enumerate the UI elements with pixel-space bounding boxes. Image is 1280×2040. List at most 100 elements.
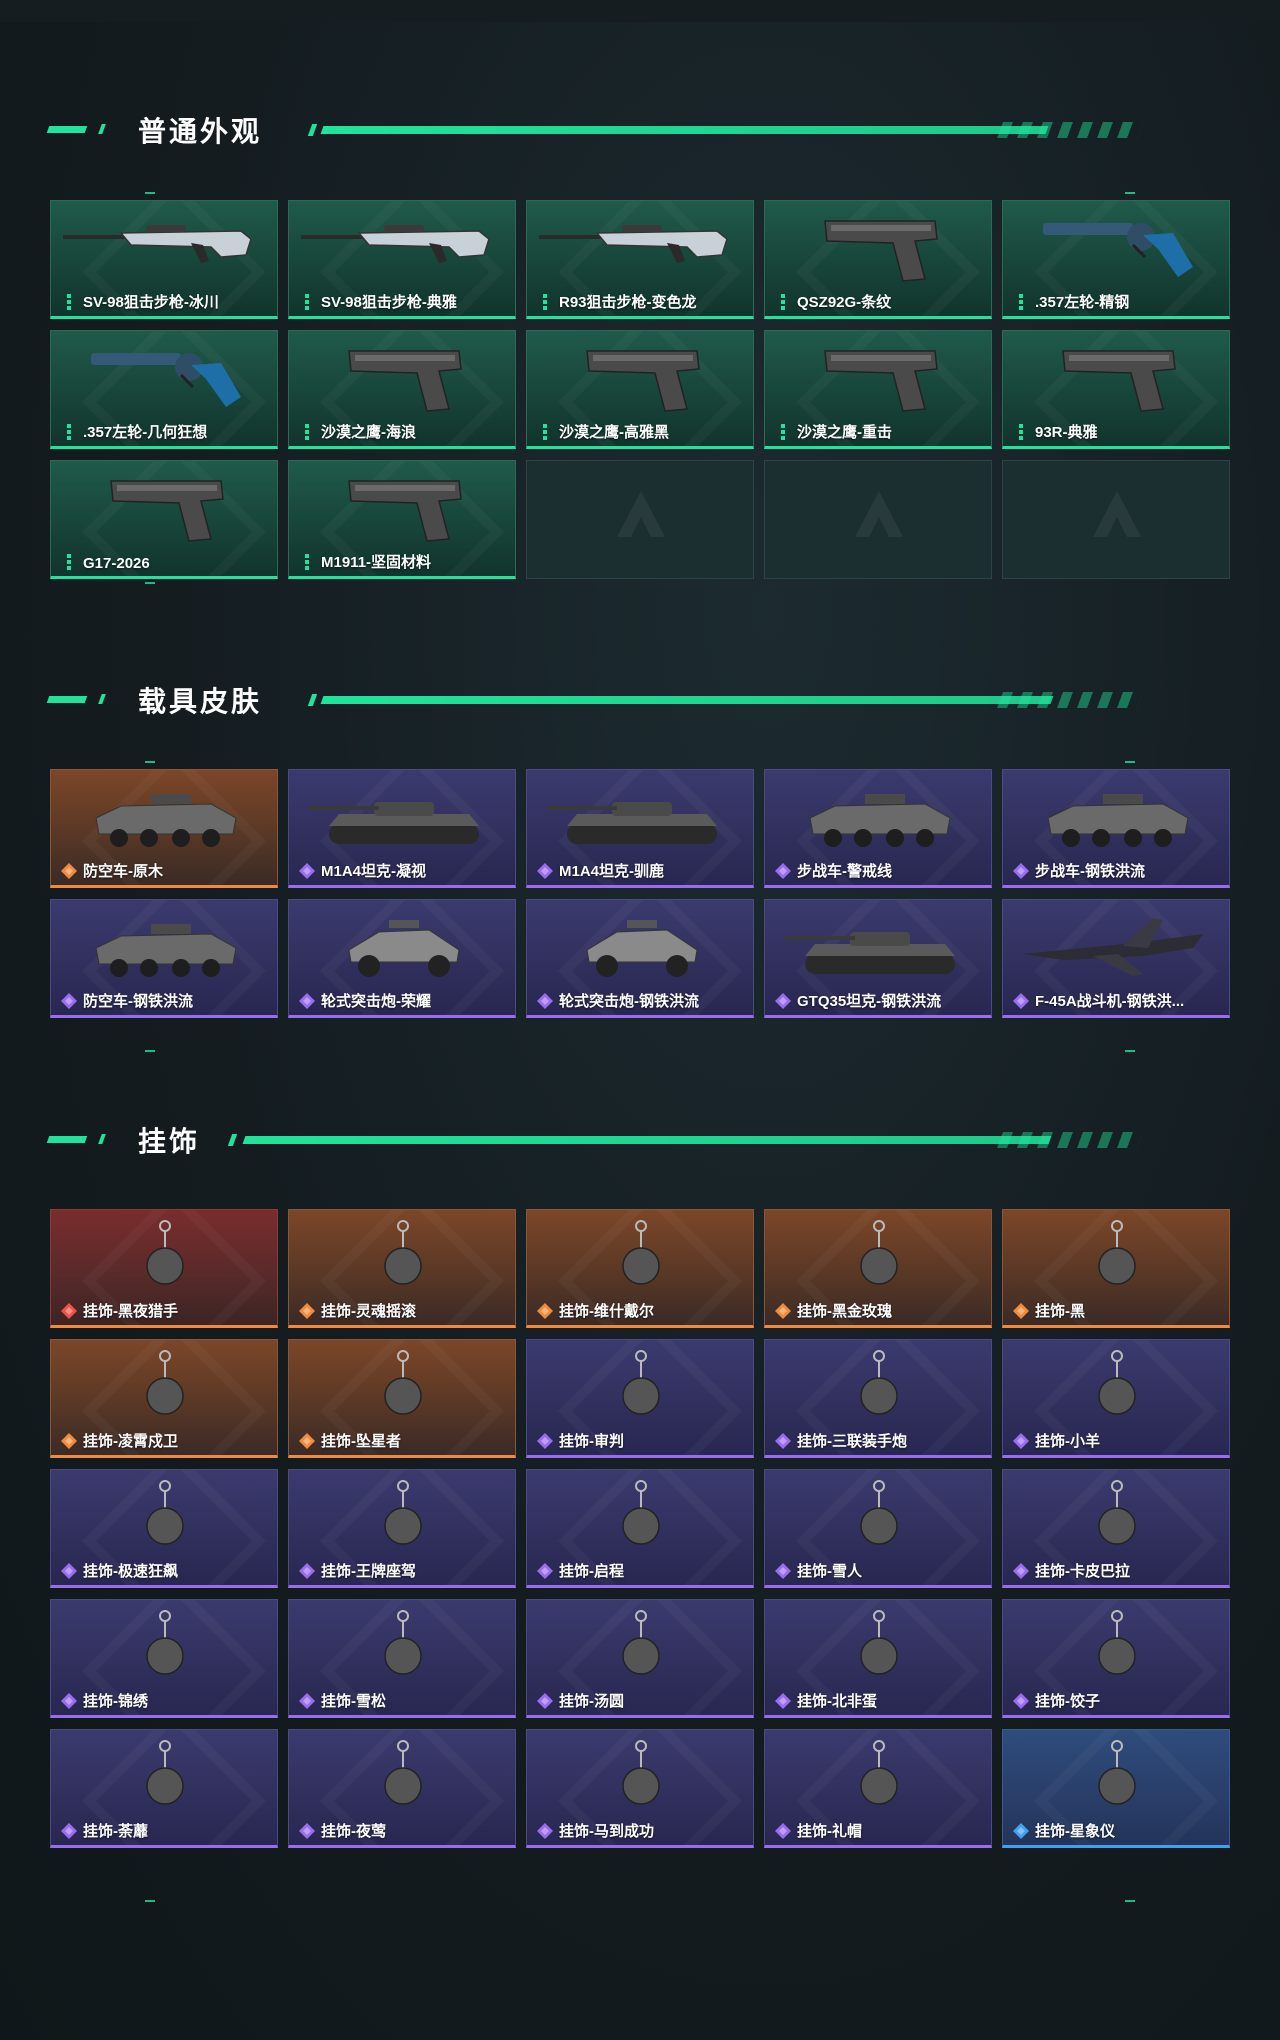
charm-card[interactable]: 挂饰-礼帽 xyxy=(764,1729,992,1848)
weapon-card[interactable]: QSZ92G-条纹 xyxy=(764,200,992,319)
charm-card[interactable]: 挂饰-坠星者 xyxy=(288,1339,516,1458)
sniper-rifle-image xyxy=(301,225,490,263)
header-slash xyxy=(307,694,318,706)
card-label: SV-98狙击步枪-典雅 xyxy=(321,294,457,311)
rarity-icon xyxy=(537,1433,553,1449)
charm-card[interactable]: 挂饰-星象仪 xyxy=(1002,1729,1230,1848)
weapon-card[interactable]: M1911-坚固材料 xyxy=(288,460,516,579)
charm-card[interactable]: 挂饰-灵魂摇滚 xyxy=(288,1209,516,1328)
card-label: 挂饰-黑夜猎手 xyxy=(83,1303,178,1320)
armored-vehicle-image xyxy=(95,794,237,847)
vehicle-card[interactable]: 步战车-钢铁洪流 xyxy=(1002,769,1230,888)
charm-card[interactable]: 挂饰-审判 xyxy=(526,1339,754,1458)
charm-card[interactable]: 挂饰-汤圆 xyxy=(526,1599,754,1718)
header-slash xyxy=(307,124,318,136)
pistol-image xyxy=(110,480,224,542)
weapon-card[interactable]: R93狙击步枪-变色龙 xyxy=(526,200,754,319)
card-label: 沙漠之鹰-重击 xyxy=(797,424,892,441)
corner-dash xyxy=(1125,1900,1135,1902)
charm-card[interactable]: 挂饰-饺子 xyxy=(1002,1599,1230,1718)
charm-image xyxy=(384,1610,422,1675)
charm-card[interactable]: 挂饰-北非蛋 xyxy=(764,1599,992,1718)
vehicle-card[interactable]: 防空车-钢铁洪流 xyxy=(50,899,278,1018)
rarity-icon xyxy=(1013,1823,1029,1839)
charm-image xyxy=(622,1610,660,1675)
charm-card[interactable]: 挂饰-维什戴尔 xyxy=(526,1209,754,1328)
charm-card[interactable]: 挂饰-黑 xyxy=(1002,1209,1230,1328)
card-label: 挂饰-坠星者 xyxy=(321,1433,401,1450)
weapon-card[interactable]: 沙漠之鹰-重击 xyxy=(764,330,992,449)
vehicle-card[interactable]: GTQ35坦克-钢铁洪流 xyxy=(764,899,992,1018)
charm-image xyxy=(860,1350,898,1415)
charm-card[interactable]: 挂饰-黑金玫瑰 xyxy=(764,1209,992,1328)
header-checker xyxy=(997,122,1143,138)
weapon-card[interactable]: SV-98狙击步枪-典雅 xyxy=(288,200,516,319)
card-label: 挂饰-雪人 xyxy=(797,1563,862,1580)
vehicle-card[interactable]: M1A4坦克-驯鹿 xyxy=(526,769,754,888)
vehicle-card[interactable]: 轮式突击炮-钢铁洪流 xyxy=(526,899,754,1018)
vehicle-card[interactable]: F-45A战斗机-钢铁洪... xyxy=(1002,899,1230,1018)
rarity-icon xyxy=(537,993,553,1009)
charm-card[interactable]: 挂饰-锦绣 xyxy=(50,1599,278,1718)
charm-image xyxy=(146,1480,184,1545)
rarity-icon xyxy=(1015,294,1027,310)
vehicle-card[interactable]: 防空车-原木 xyxy=(50,769,278,888)
card-label: M1A4坦克-驯鹿 xyxy=(559,863,665,880)
charm-card[interactable]: 挂饰-三联装手炮 xyxy=(764,1339,992,1458)
card-label: 沙漠之鹰-海浪 xyxy=(321,424,416,441)
rarity-icon xyxy=(301,294,313,310)
charm-card[interactable]: 挂饰-王牌座驾 xyxy=(288,1469,516,1588)
rarity-icon xyxy=(63,294,75,310)
weapon-card[interactable]: SV-98狙击步枪-冰川 xyxy=(50,200,278,319)
weapon-card[interactable]: .357左轮-几何狂想 xyxy=(50,330,278,449)
header-line xyxy=(320,126,1049,134)
rarity-icon xyxy=(61,863,77,879)
charm-card[interactable]: 挂饰-荼蘼 xyxy=(50,1729,278,1848)
charm-card[interactable]: 挂饰-雪人 xyxy=(764,1469,992,1588)
weapon-card[interactable]: .357左轮-精钢 xyxy=(1002,200,1230,319)
placeholder-logo-icon xyxy=(855,491,903,537)
rarity-icon xyxy=(1013,1563,1029,1579)
vehicle-card[interactable]: 轮式突击炮-荣耀 xyxy=(288,899,516,1018)
charm-card[interactable]: 挂饰-雪松 xyxy=(288,1599,516,1718)
charm-image xyxy=(1098,1350,1136,1415)
vehicle-card[interactable]: M1A4坦克-凝视 xyxy=(288,769,516,888)
weapon-card[interactable]: G17-2026 xyxy=(50,460,278,579)
charm-card[interactable]: 挂饰-卡皮巴拉 xyxy=(1002,1469,1230,1588)
corner-dash xyxy=(145,1050,155,1052)
charm-card[interactable]: 挂饰-马到成功 xyxy=(526,1729,754,1848)
card-label: GTQ35坦克-钢铁洪流 xyxy=(797,993,942,1010)
placeholder-logo-icon xyxy=(1093,491,1141,537)
rarity-icon xyxy=(537,1303,553,1319)
card-label: QSZ92G-条纹 xyxy=(797,294,892,311)
armored-vehicle-image xyxy=(1047,794,1189,847)
pistol-image xyxy=(1062,350,1176,412)
charm-card[interactable]: 挂饰-夜莺 xyxy=(288,1729,516,1848)
top-band xyxy=(0,0,1280,22)
card-label: R93狙击步枪-变色龙 xyxy=(559,294,697,311)
charm-image xyxy=(146,1610,184,1675)
charm-card[interactable]: 挂饰-小羊 xyxy=(1002,1339,1230,1458)
placeholder-logo-icon xyxy=(617,491,665,537)
section-header-vehicles: 载具皮肤 xyxy=(46,678,1228,718)
section-title: 挂饰 xyxy=(138,1126,201,1157)
charm-card[interactable]: 挂饰-启程 xyxy=(526,1469,754,1588)
tank-image xyxy=(309,802,479,844)
card-label: 防空车-钢铁洪流 xyxy=(83,993,193,1010)
tank-image xyxy=(547,802,717,844)
tank-image xyxy=(785,932,955,974)
weapon-card[interactable]: 沙漠之鹰-海浪 xyxy=(288,330,516,449)
rarity-icon xyxy=(537,1563,553,1579)
card-label: 挂饰-礼帽 xyxy=(797,1823,862,1840)
vehicle-card[interactable]: 步战车-警戒线 xyxy=(764,769,992,888)
charm-card[interactable]: 挂饰-极速狂飙 xyxy=(50,1469,278,1588)
charm-card[interactable]: 挂饰-凌霄戍卫 xyxy=(50,1339,278,1458)
charm-card[interactable]: 挂饰-黑夜猎手 xyxy=(50,1209,278,1328)
card-label: 93R-典雅 xyxy=(1035,424,1098,441)
rarity-icon xyxy=(61,1823,77,1839)
section-header-skins: 普通外观 xyxy=(46,108,1228,148)
weapon-card[interactable]: 93R-典雅 xyxy=(1002,330,1230,449)
rarity-icon xyxy=(61,1303,77,1319)
pistol-image xyxy=(824,350,938,412)
weapon-card[interactable]: 沙漠之鹰-高雅黑 xyxy=(526,330,754,449)
